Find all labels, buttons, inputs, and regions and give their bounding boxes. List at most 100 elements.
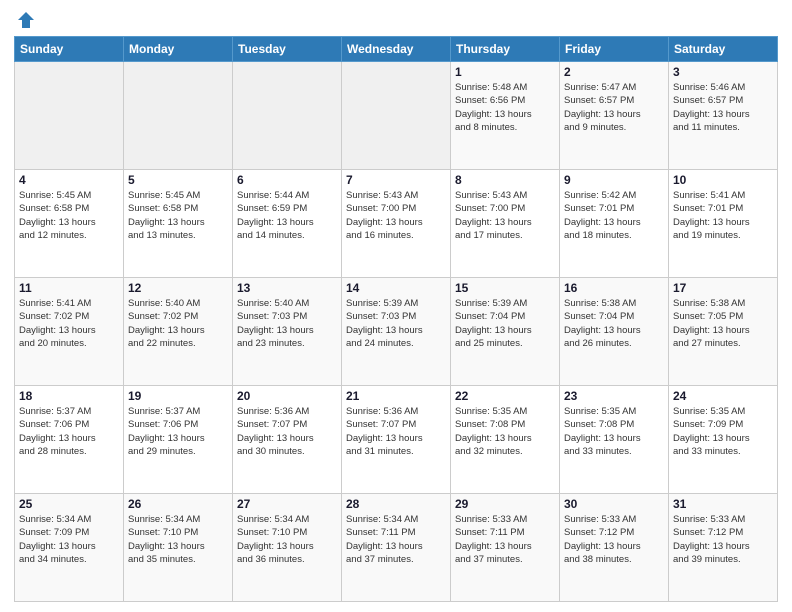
day-info: Sunrise: 5:41 AM Sunset: 7:01 PM Dayligh…	[673, 189, 773, 242]
day-info: Sunrise: 5:36 AM Sunset: 7:07 PM Dayligh…	[237, 405, 337, 458]
calendar-cell: 31 Sunrise: 5:33 AM Sunset: 7:12 PM Dayli…	[669, 494, 778, 602]
day-info: Sunrise: 5:38 AM Sunset: 7:05 PM Dayligh…	[673, 297, 773, 350]
calendar-cell: 17 Sunrise: 5:38 AM Sunset: 7:05 PM Dayli…	[669, 278, 778, 386]
day-info: Sunrise: 5:34 AM Sunset: 7:10 PM Dayligh…	[128, 513, 228, 566]
day-info: Sunrise: 5:34 AM Sunset: 7:10 PM Dayligh…	[237, 513, 337, 566]
day-info: Sunrise: 5:42 AM Sunset: 7:01 PM Dayligh…	[564, 189, 664, 242]
page: SundayMondayTuesdayWednesdayThursdayFrid…	[0, 0, 792, 612]
calendar-header-row: SundayMondayTuesdayWednesdayThursdayFrid…	[15, 37, 778, 62]
day-info: Sunrise: 5:45 AM Sunset: 6:58 PM Dayligh…	[128, 189, 228, 242]
calendar-cell: 16 Sunrise: 5:38 AM Sunset: 7:04 PM Dayli…	[560, 278, 669, 386]
day-info: Sunrise: 5:39 AM Sunset: 7:03 PM Dayligh…	[346, 297, 446, 350]
calendar-header-friday: Friday	[560, 37, 669, 62]
day-info: Sunrise: 5:35 AM Sunset: 7:08 PM Dayligh…	[455, 405, 555, 458]
day-number: 25	[19, 497, 119, 511]
day-number: 31	[673, 497, 773, 511]
day-number: 3	[673, 65, 773, 79]
calendar-cell: 19 Sunrise: 5:37 AM Sunset: 7:06 PM Dayli…	[124, 386, 233, 494]
calendar-cell: 18 Sunrise: 5:37 AM Sunset: 7:06 PM Dayli…	[15, 386, 124, 494]
calendar-cell: 9 Sunrise: 5:42 AM Sunset: 7:01 PM Daylig…	[560, 170, 669, 278]
calendar-table: SundayMondayTuesdayWednesdayThursdayFrid…	[14, 36, 778, 602]
day-number: 19	[128, 389, 228, 403]
day-info: Sunrise: 5:33 AM Sunset: 7:12 PM Dayligh…	[673, 513, 773, 566]
day-number: 27	[237, 497, 337, 511]
day-number: 15	[455, 281, 555, 295]
day-number: 1	[455, 65, 555, 79]
calendar-cell: 6 Sunrise: 5:44 AM Sunset: 6:59 PM Daylig…	[233, 170, 342, 278]
calendar-cell: 21 Sunrise: 5:36 AM Sunset: 7:07 PM Dayli…	[342, 386, 451, 494]
calendar-cell: 28 Sunrise: 5:34 AM Sunset: 7:11 PM Dayli…	[342, 494, 451, 602]
day-info: Sunrise: 5:40 AM Sunset: 7:03 PM Dayligh…	[237, 297, 337, 350]
calendar-header-saturday: Saturday	[669, 37, 778, 62]
day-number: 2	[564, 65, 664, 79]
day-info: Sunrise: 5:44 AM Sunset: 6:59 PM Dayligh…	[237, 189, 337, 242]
day-info: Sunrise: 5:45 AM Sunset: 6:58 PM Dayligh…	[19, 189, 119, 242]
day-number: 30	[564, 497, 664, 511]
day-info: Sunrise: 5:35 AM Sunset: 7:09 PM Dayligh…	[673, 405, 773, 458]
day-number: 9	[564, 173, 664, 187]
day-info: Sunrise: 5:35 AM Sunset: 7:08 PM Dayligh…	[564, 405, 664, 458]
calendar-cell: 14Sunrise: 5:39 AM Sunset: 7:03 PM Dayli…	[342, 278, 451, 386]
day-number: 18	[19, 389, 119, 403]
day-number: 20	[237, 389, 337, 403]
calendar-cell: 1 Sunrise: 5:48 AM Sunset: 6:56 PM Daylig…	[451, 62, 560, 170]
calendar-cell: 23 Sunrise: 5:35 AM Sunset: 7:08 PM Dayli…	[560, 386, 669, 494]
calendar-cell: 26 Sunrise: 5:34 AM Sunset: 7:10 PM Dayli…	[124, 494, 233, 602]
calendar-cell: 27 Sunrise: 5:34 AM Sunset: 7:10 PM Dayli…	[233, 494, 342, 602]
day-number: 12	[128, 281, 228, 295]
calendar-cell: 24 Sunrise: 5:35 AM Sunset: 7:09 PM Dayli…	[669, 386, 778, 494]
calendar-week-2: 4 Sunrise: 5:45 AM Sunset: 6:58 PM Daylig…	[15, 170, 778, 278]
day-number: 6	[237, 173, 337, 187]
day-number: 21	[346, 389, 446, 403]
calendar-cell: 7 Sunrise: 5:43 AM Sunset: 7:00 PM Daylig…	[342, 170, 451, 278]
day-info: Sunrise: 5:34 AM Sunset: 7:09 PM Dayligh…	[19, 513, 119, 566]
day-info: Sunrise: 5:43 AM Sunset: 7:00 PM Dayligh…	[346, 189, 446, 242]
day-number: 11	[19, 281, 119, 295]
day-number: 10	[673, 173, 773, 187]
day-info: Sunrise: 5:41 AM Sunset: 7:02 PM Dayligh…	[19, 297, 119, 350]
day-info: Sunrise: 5:39 AM Sunset: 7:04 PM Dayligh…	[455, 297, 555, 350]
day-number: 28	[346, 497, 446, 511]
calendar-week-1: 1 Sunrise: 5:48 AM Sunset: 6:56 PM Daylig…	[15, 62, 778, 170]
day-number: 5	[128, 173, 228, 187]
calendar-cell: 10 Sunrise: 5:41 AM Sunset: 7:01 PM Dayli…	[669, 170, 778, 278]
day-info: Sunrise: 5:38 AM Sunset: 7:04 PM Dayligh…	[564, 297, 664, 350]
calendar-cell: 29Sunrise: 5:33 AM Sunset: 7:11 PM Dayli…	[451, 494, 560, 602]
calendar-cell: 4 Sunrise: 5:45 AM Sunset: 6:58 PM Daylig…	[15, 170, 124, 278]
day-number: 24	[673, 389, 773, 403]
day-number: 23	[564, 389, 664, 403]
calendar-cell: 5 Sunrise: 5:45 AM Sunset: 6:58 PM Daylig…	[124, 170, 233, 278]
calendar-cell: 2Sunrise: 5:47 AM Sunset: 6:57 PM Daylig…	[560, 62, 669, 170]
day-number: 17	[673, 281, 773, 295]
logo-icon	[16, 10, 36, 30]
calendar-cell: 22 Sunrise: 5:35 AM Sunset: 7:08 PM Dayli…	[451, 386, 560, 494]
day-info: Sunrise: 5:37 AM Sunset: 7:06 PM Dayligh…	[128, 405, 228, 458]
calendar-week-5: 25 Sunrise: 5:34 AM Sunset: 7:09 PM Dayli…	[15, 494, 778, 602]
calendar-cell: 3Sunrise: 5:46 AM Sunset: 6:57 PM Daylig…	[669, 62, 778, 170]
day-info: Sunrise: 5:48 AM Sunset: 6:56 PM Dayligh…	[455, 81, 555, 134]
day-info: Sunrise: 5:36 AM Sunset: 7:07 PM Dayligh…	[346, 405, 446, 458]
calendar-header-sunday: Sunday	[15, 37, 124, 62]
calendar-cell	[342, 62, 451, 170]
day-info: Sunrise: 5:33 AM Sunset: 7:12 PM Dayligh…	[564, 513, 664, 566]
calendar-cell	[233, 62, 342, 170]
calendar-cell: 12Sunrise: 5:40 AM Sunset: 7:02 PM Dayli…	[124, 278, 233, 386]
day-info: Sunrise: 5:34 AM Sunset: 7:11 PM Dayligh…	[346, 513, 446, 566]
calendar-cell: 30 Sunrise: 5:33 AM Sunset: 7:12 PM Dayli…	[560, 494, 669, 602]
day-number: 7	[346, 173, 446, 187]
calendar-header-wednesday: Wednesday	[342, 37, 451, 62]
day-number: 22	[455, 389, 555, 403]
day-number: 26	[128, 497, 228, 511]
calendar-cell: 15 Sunrise: 5:39 AM Sunset: 7:04 PM Dayli…	[451, 278, 560, 386]
day-number: 13	[237, 281, 337, 295]
day-number: 4	[19, 173, 119, 187]
day-info: Sunrise: 5:37 AM Sunset: 7:06 PM Dayligh…	[19, 405, 119, 458]
calendar-cell	[124, 62, 233, 170]
calendar-header-thursday: Thursday	[451, 37, 560, 62]
calendar-cell: 25 Sunrise: 5:34 AM Sunset: 7:09 PM Dayli…	[15, 494, 124, 602]
day-number: 16	[564, 281, 664, 295]
calendar-cell: 20 Sunrise: 5:36 AM Sunset: 7:07 PM Dayli…	[233, 386, 342, 494]
calendar-cell: 11 Sunrise: 5:41 AM Sunset: 7:02 PM Dayli…	[15, 278, 124, 386]
logo	[14, 10, 36, 30]
calendar-cell	[15, 62, 124, 170]
